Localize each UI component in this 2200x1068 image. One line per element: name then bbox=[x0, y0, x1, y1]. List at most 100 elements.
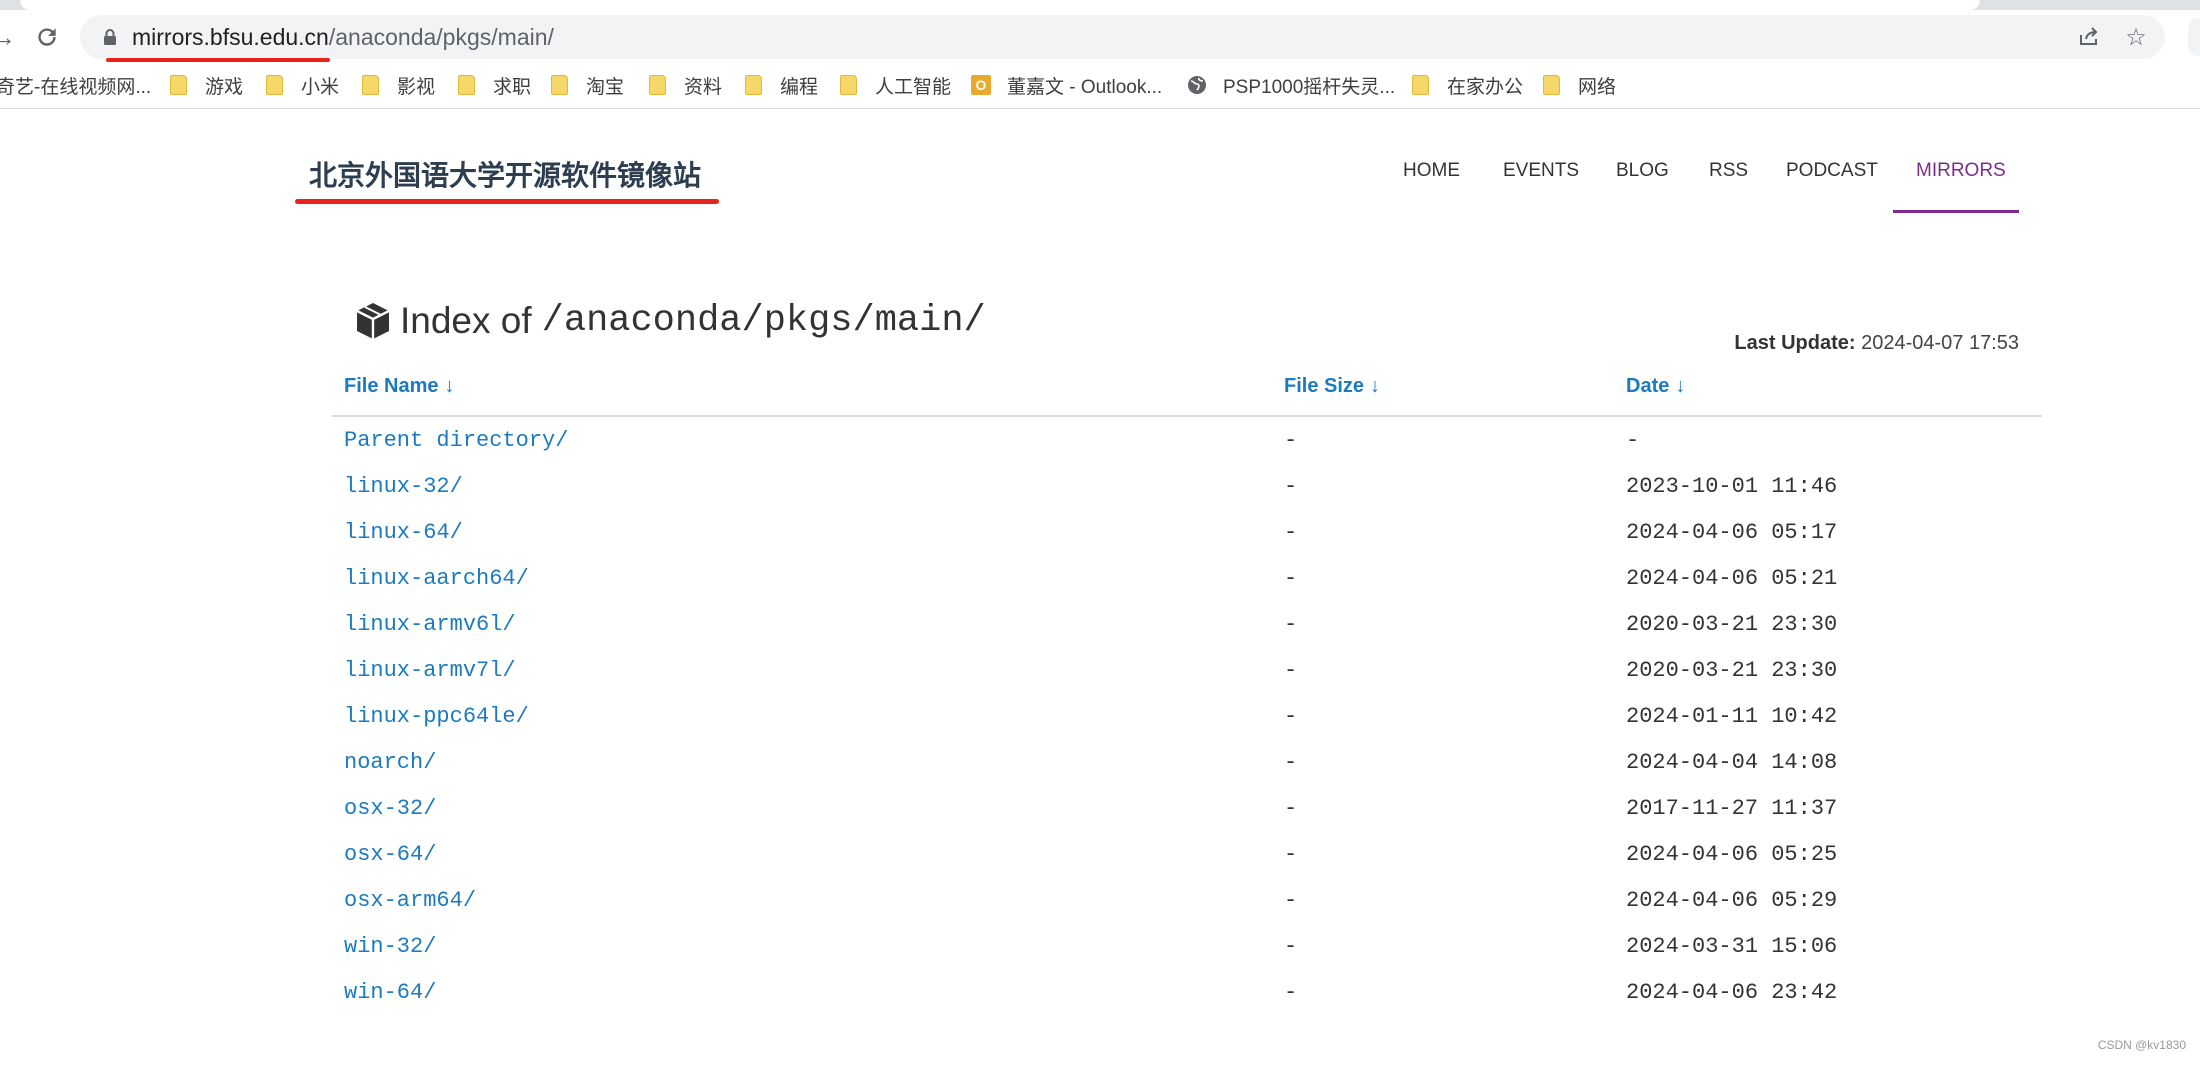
file-link[interactable]: linux-aarch64/ bbox=[344, 565, 529, 593]
file-date: 2017-11-27 11:37 bbox=[1626, 796, 1838, 821]
file-date: 2024-04-06 05:17 bbox=[1626, 520, 1838, 545]
index-heading: Index of /anaconda/pkgs/main/ bbox=[354, 300, 986, 342]
bookmark-item[interactable]: 淘宝 bbox=[551, 72, 624, 98]
table-row: linux-armv7l/ - 2020-03-21 23:30 bbox=[0, 657, 2200, 703]
bookmark-item[interactable]: PSP1000摇杆失灵... bbox=[1187, 72, 1395, 98]
address-bar[interactable]: mirrors.bfsu.edu.cn/anaconda/pkgs/main/ … bbox=[80, 15, 2165, 59]
file-size: - bbox=[1284, 888, 1298, 913]
file-date: - bbox=[1626, 428, 1640, 453]
file-size: - bbox=[1284, 750, 1298, 775]
sort-arrow-icon: ↓ bbox=[1370, 375, 1381, 397]
bookmark-item[interactable]: 小米 bbox=[266, 72, 339, 98]
file-link[interactable]: linux-armv6l/ bbox=[344, 611, 516, 639]
file-size: - bbox=[1284, 980, 1298, 1005]
file-size: - bbox=[1284, 612, 1298, 637]
file-link[interactable]: linux-64/ bbox=[344, 519, 463, 547]
table-row: noarch/ - 2024-04-04 14:08 bbox=[0, 749, 2200, 795]
bookmark-item[interactable]: 游戏 bbox=[170, 72, 243, 98]
column-label: File Name bbox=[344, 375, 439, 397]
folder-icon bbox=[649, 75, 666, 95]
table-row: osx-32/ - 2017-11-27 11:37 bbox=[0, 795, 2200, 841]
file-size: - bbox=[1284, 566, 1298, 591]
column-header-file-name[interactable]: File Name ↓ bbox=[344, 375, 454, 398]
file-size: - bbox=[1284, 934, 1298, 959]
bookmark-star-icon[interactable]: ☆ bbox=[2123, 25, 2149, 51]
sort-arrow-icon: ↓ bbox=[1675, 375, 1686, 397]
file-link[interactable]: win-64/ bbox=[344, 979, 436, 1007]
file-date: 2024-04-06 05:25 bbox=[1626, 842, 1838, 867]
active-tab-edge[interactable] bbox=[20, 0, 1980, 10]
table-row: linux-ppc64le/ - 2024-01-11 10:42 bbox=[0, 703, 2200, 749]
file-date: 2023-10-01 11:46 bbox=[1626, 474, 1838, 499]
bookmark-label: 小米 bbox=[301, 76, 340, 98]
bookmark-label: 资料 bbox=[684, 76, 723, 98]
bookmark-label: 在家办公 bbox=[1447, 76, 1524, 98]
bookmark-item[interactable]: 编程 bbox=[745, 72, 818, 98]
file-link[interactable]: noarch/ bbox=[344, 749, 436, 777]
folder-icon bbox=[745, 75, 762, 95]
bookmark-label: 影视 bbox=[397, 76, 436, 98]
share-icon[interactable] bbox=[2076, 25, 2102, 51]
bookmark-item[interactable]: O 董嘉文 - Outlook... bbox=[971, 72, 1162, 98]
folder-icon bbox=[840, 75, 857, 95]
bookmark-item[interactable]: 求职 bbox=[458, 72, 531, 98]
file-link[interactable]: osx-32/ bbox=[344, 795, 436, 823]
watermark: CSDN @kv1830 bbox=[2097, 1038, 2186, 1052]
nav-rss[interactable]: RSS bbox=[1709, 160, 1748, 182]
table-row: linux-armv6l/ - 2020-03-21 23:30 bbox=[0, 611, 2200, 657]
forward-icon[interactable]: → bbox=[0, 20, 20, 54]
index-path: /anaconda/pkgs/main/ bbox=[541, 300, 986, 342]
site-title[interactable]: 北京外国语大学开源软件镜像站 bbox=[309, 154, 701, 194]
bookmark-label: PSP1000摇杆失灵... bbox=[1223, 76, 1396, 98]
last-update-label: Last Update: bbox=[1734, 332, 1856, 354]
bookmark-label: 游戏 bbox=[205, 76, 244, 98]
file-size: - bbox=[1284, 428, 1298, 453]
file-size: - bbox=[1284, 796, 1298, 821]
bookmarks-bar: 奇艺-在线视频网... 游戏 小米 影视 求职 淘宝 资料 编程 人工智能 O董… bbox=[0, 62, 2200, 109]
file-link[interactable]: win-32/ bbox=[344, 933, 436, 961]
file-link[interactable]: linux-32/ bbox=[344, 473, 463, 501]
lock-icon[interactable] bbox=[100, 27, 120, 47]
file-date: 2024-04-06 05:21 bbox=[1626, 566, 1838, 591]
file-size: - bbox=[1284, 520, 1298, 545]
bookmark-label: 编程 bbox=[780, 76, 819, 98]
column-label: File Size bbox=[1284, 375, 1365, 397]
last-update: Last Update: 2024-04-07 17:53 bbox=[1734, 332, 2019, 355]
bookmark-item[interactable]: 在家办公 bbox=[1412, 72, 1523, 98]
table-header-divider bbox=[332, 415, 2042, 417]
table-row: osx-arm64/ - 2024-04-06 05:29 bbox=[0, 887, 2200, 933]
bookmark-item[interactable]: 资料 bbox=[649, 72, 722, 98]
index-label: Index of bbox=[400, 300, 532, 341]
file-link[interactable]: osx-64/ bbox=[344, 841, 436, 869]
column-header-date[interactable]: Date ↓ bbox=[1626, 375, 1685, 398]
nav-podcast[interactable]: PODCAST bbox=[1786, 160, 1878, 182]
nav-mirrors[interactable]: MIRRORS bbox=[1916, 160, 2006, 182]
file-date: 2024-04-04 14:08 bbox=[1626, 750, 1838, 775]
file-size: - bbox=[1284, 704, 1298, 729]
globe-icon bbox=[1188, 76, 1206, 94]
nav-home[interactable]: HOME bbox=[1403, 160, 1460, 182]
url-text[interactable]: mirrors.bfsu.edu.cn/anaconda/pkgs/main/ bbox=[132, 23, 554, 51]
file-date: 2024-04-06 05:29 bbox=[1626, 888, 1838, 913]
reload-icon[interactable] bbox=[30, 20, 64, 54]
bookmark-item[interactable]: 人工智能 bbox=[840, 72, 951, 98]
file-size: - bbox=[1284, 842, 1298, 867]
file-link[interactable]: osx-arm64/ bbox=[344, 887, 476, 915]
folder-icon bbox=[362, 75, 379, 95]
file-date: 2024-04-06 23:42 bbox=[1626, 980, 1838, 1005]
file-date: 2020-03-21 23:30 bbox=[1626, 658, 1838, 683]
folder-icon bbox=[1543, 75, 1560, 95]
profile-avatar[interactable] bbox=[2188, 18, 2200, 56]
outlook-icon: O bbox=[971, 75, 991, 95]
bookmark-item[interactable]: 影视 bbox=[362, 72, 435, 98]
file-link[interactable]: Parent directory/ bbox=[344, 427, 568, 455]
file-link[interactable]: linux-ppc64le/ bbox=[344, 703, 529, 731]
file-link[interactable]: linux-armv7l/ bbox=[344, 657, 516, 685]
bookmark-item[interactable]: 奇艺-在线视频网... bbox=[0, 72, 151, 98]
bookmark-item[interactable]: 网络 bbox=[1543, 72, 1616, 98]
column-header-file-size[interactable]: File Size ↓ bbox=[1284, 375, 1380, 398]
file-date: 2024-01-11 10:42 bbox=[1626, 704, 1838, 729]
nav-blog[interactable]: BLOG bbox=[1616, 160, 1669, 182]
title-annotation-underline bbox=[295, 199, 719, 204]
nav-events[interactable]: EVENTS bbox=[1503, 160, 1579, 182]
